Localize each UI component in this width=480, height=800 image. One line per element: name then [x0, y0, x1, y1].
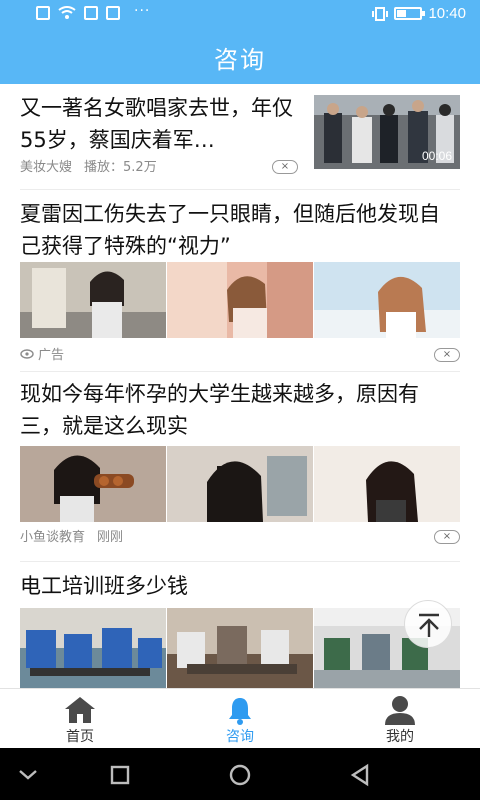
play-count: 播放：5.2万 [84, 160, 157, 175]
dismiss-button[interactable]: × [272, 160, 298, 174]
article-image-3[interactable] [314, 446, 460, 522]
feed-item-title[interactable]: 现如今每年怀孕的大学生越来越多，原因有三，就是这么现实 [20, 378, 460, 442]
nav-home[interactable]: 首页 [40, 693, 120, 747]
publish-time: 刚刚 [97, 530, 124, 545]
home-button-icon[interactable] [226, 761, 254, 789]
system-navigation-bar [0, 748, 480, 800]
nav-consult-label: 咨询 [226, 729, 254, 745]
arrow-up-icon [419, 613, 439, 637]
nav-home-label: 首页 [66, 729, 94, 745]
ad-label: 广告 [38, 348, 65, 363]
video-duration: 00:06 [421, 149, 452, 163]
status-left-icons: ··· [36, 3, 151, 20]
feed-item-training[interactable]: 电工培训班多少钱 [20, 562, 460, 688]
training-image-1[interactable] [20, 608, 166, 688]
notification-icon [36, 6, 50, 20]
feed-item-article[interactable]: 现如今每年怀孕的大学生越来越多，原因有三，就是这么现实 小鱼谈教育 刚刚 × [20, 372, 460, 562]
back-icon[interactable] [346, 761, 374, 789]
feed-item-title[interactable]: 电工培训班多少钱 [20, 570, 460, 602]
nav-mine-label: 我的 [386, 729, 414, 745]
dismiss-button[interactable]: × [434, 348, 460, 362]
recent-apps-icon[interactable] [106, 761, 134, 789]
ad-image-1[interactable] [20, 262, 166, 338]
battery-icon [394, 7, 426, 20]
bell-icon [229, 698, 251, 725]
video-thumbnail[interactable]: 00:06 [314, 95, 460, 169]
feed-item-title[interactable]: 又一著名女歌唱家去世，年仅55岁，蔡国庆着军… [20, 92, 298, 156]
page-title: 咨询 [214, 45, 266, 74]
article-meta: 小鱼谈教育 刚刚 [20, 526, 123, 545]
feed-item-title[interactable]: 夏雷因工伤失去了一只眼睛，但随后他发现自己获得了特殊的“视力” [20, 198, 460, 262]
nav-consult[interactable]: 咨询 [200, 693, 280, 747]
article-image-1[interactable] [20, 446, 166, 522]
qq-icon-2 [106, 6, 120, 20]
ad-eye-icon [20, 348, 34, 359]
ad-image-2[interactable] [167, 262, 313, 338]
wifi-icon [58, 6, 76, 19]
title-bar: 咨询 [0, 30, 480, 84]
status-right-icons: 10:40 [372, 5, 466, 22]
training-image-2[interactable] [167, 608, 313, 688]
feed-item-meta: 美妆大嫂 播放：5.2万 [20, 156, 157, 175]
chevron-down-icon[interactable] [14, 761, 42, 789]
qq-icon [84, 6, 98, 20]
feed-item-ad[interactable]: 夏雷因工伤失去了一只眼睛，但随后他发现自己获得了特殊的“视力” 广告 × [20, 190, 460, 372]
user-icon [385, 696, 415, 725]
back-to-top-button[interactable] [404, 600, 452, 648]
ad-meta: 广告 [20, 344, 64, 363]
source-name: 小鱼谈教育 [20, 530, 86, 545]
clock: 10:40 [428, 5, 466, 22]
status-bar: ··· 10:40 [0, 0, 480, 30]
vibrate-icon [372, 6, 389, 21]
dismiss-button[interactable]: × [434, 530, 460, 544]
more-notifications: ··· [134, 3, 151, 19]
article-image-2[interactable] [167, 446, 313, 522]
nav-mine[interactable]: 我的 [360, 693, 440, 747]
bottom-navigation: 首页 咨询 我的 [0, 688, 480, 748]
ad-image-3[interactable] [314, 262, 460, 338]
news-feed[interactable]: 又一著名女歌唱家去世，年仅55岁，蔡国庆着军… 美妆大嫂 播放：5.2万 × 0… [0, 84, 480, 688]
home-icon [65, 697, 95, 723]
source-name: 美妆大嫂 [20, 160, 73, 175]
feed-item-video[interactable]: 又一著名女歌唱家去世，年仅55岁，蔡国庆着军… 美妆大嫂 播放：5.2万 × 0… [20, 84, 460, 190]
